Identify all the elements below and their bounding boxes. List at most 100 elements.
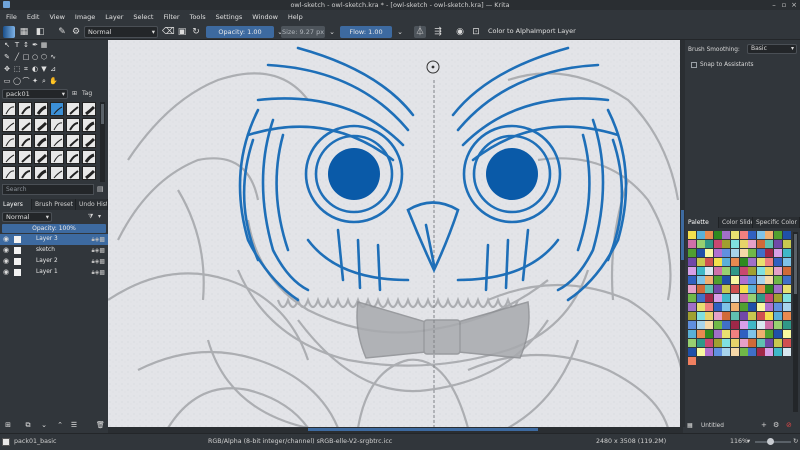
brush-preset-tile[interactable] (34, 118, 48, 132)
palette-swatch[interactable] (731, 231, 739, 239)
layer-lock-icon[interactable]: 🔒︎◈▩ (92, 234, 105, 245)
palette-swatch[interactable] (756, 258, 765, 266)
palette-swatch[interactable] (731, 267, 739, 275)
menu-window[interactable]: Window (248, 13, 284, 21)
palette-swatch[interactable] (739, 348, 748, 356)
palette-swatch[interactable] (696, 321, 705, 329)
palette-swatch[interactable] (748, 249, 757, 257)
palette-swatch[interactable] (713, 321, 722, 329)
palette-swatch[interactable] (748, 267, 757, 275)
palette-swatch[interactable] (756, 276, 765, 284)
zoom-tool-icon[interactable]: ⌕ (40, 77, 48, 85)
blend-mode-combo[interactable]: Normal ▾ (84, 26, 158, 38)
palette-swatch[interactable] (713, 330, 722, 338)
palette-swatch[interactable] (765, 339, 774, 347)
preset-scrollbar[interactable] (100, 102, 105, 182)
palette-swatch[interactable] (774, 321, 782, 329)
palette-swatch[interactable] (688, 285, 696, 293)
rotate-icon[interactable]: ↻ (793, 438, 798, 445)
palette-swatch[interactable] (765, 276, 774, 284)
palette-swatch[interactable] (765, 294, 774, 302)
palette-swatch[interactable] (765, 249, 774, 257)
palette-swatch[interactable] (748, 339, 757, 347)
brush-preset-tile[interactable] (18, 102, 32, 116)
palette-swatch[interactable] (731, 312, 739, 320)
palette-swatch[interactable] (739, 303, 748, 311)
palette-swatch[interactable] (739, 321, 748, 329)
palette-swatch[interactable] (722, 312, 731, 320)
contiguous-select-icon[interactable]: ✦ (31, 77, 39, 85)
palette-swatch[interactable] (756, 249, 765, 257)
palette-swatch[interactable] (696, 285, 705, 293)
layer-lock-icon[interactable]: 🔒︎◈▩ (92, 245, 105, 256)
palette-swatch[interactable] (774, 303, 782, 311)
brush-preset-tile[interactable] (2, 166, 16, 180)
brush-preset-tile[interactable] (34, 134, 48, 148)
flow-slider[interactable]: Flow: 1.00 (340, 26, 392, 38)
palette-swatch[interactable] (765, 312, 774, 320)
palette-swatch[interactable] (731, 240, 739, 248)
palette-swatch[interactable] (722, 276, 731, 284)
palette-swatch[interactable] (705, 330, 714, 338)
visibility-eye-icon[interactable]: ◉ (3, 234, 9, 245)
palette-swatch[interactable] (731, 294, 739, 302)
move-down-icon[interactable]: ⌄ (40, 421, 48, 429)
maximize-icon[interactable]: ▫ (780, 1, 788, 9)
palette-swatch[interactable] (782, 231, 791, 239)
palette-swatch[interactable] (774, 339, 782, 347)
palette-swatch[interactable] (748, 294, 757, 302)
palette-swatch[interactable] (748, 330, 757, 338)
palette-swatch[interactable] (696, 303, 705, 311)
palette-list-icon[interactable]: ▦ (687, 422, 693, 429)
palette-swatch[interactable] (739, 267, 748, 275)
ellipse-select-icon[interactable]: ◯ (13, 77, 21, 85)
text-tool-icon[interactable]: T (13, 41, 21, 49)
palette-swatch[interactable] (688, 294, 696, 302)
brush-preset-tile[interactable] (18, 150, 32, 164)
palette-swatch[interactable] (748, 348, 757, 356)
palette-swatch[interactable] (748, 303, 757, 311)
layer-row[interactable]: ◉ Layer 1 🔒︎◈▩ (0, 267, 108, 278)
palette-swatch[interactable] (756, 294, 765, 302)
palette-swatch[interactable] (765, 231, 774, 239)
brush-preset-tile[interactable] (18, 134, 32, 148)
palette-swatch[interactable] (688, 339, 696, 347)
gradient-icon[interactable] (3, 26, 15, 38)
palette-swatch[interactable] (782, 312, 791, 320)
tab-undo-history[interactable]: Undo Hist... (76, 199, 108, 210)
palette-swatch[interactable] (705, 249, 714, 257)
palette-swatch[interactable] (705, 321, 714, 329)
palette-swatch[interactable] (731, 249, 739, 257)
palette-swatch[interactable] (748, 321, 757, 329)
palette-swatch[interactable] (782, 285, 791, 293)
brush-preset-tile[interactable] (2, 102, 16, 116)
brush-preset-tile[interactable] (50, 150, 64, 164)
palette-swatch[interactable] (722, 321, 731, 329)
palette-swatch[interactable] (705, 285, 714, 293)
palette-swatch[interactable] (688, 357, 696, 365)
palette-swatch[interactable] (756, 240, 765, 248)
palette-swatch[interactable] (782, 303, 791, 311)
palette-swatch[interactable] (688, 276, 696, 284)
size-slider[interactable]: Size: 9.27 px (281, 26, 325, 38)
palette-swatch[interactable] (756, 267, 765, 275)
visibility-eye-icon[interactable]: ◉ (3, 245, 9, 256)
move-up-icon[interactable]: ⌃ (56, 421, 64, 429)
polygon-tool-icon[interactable]: ⬡ (40, 53, 48, 61)
brush-smoothing-combo[interactable]: Basic ▾ (747, 44, 797, 54)
palette-swatch[interactable] (713, 267, 722, 275)
palette-swatch[interactable] (713, 276, 722, 284)
palette-swatch[interactable] (765, 285, 774, 293)
palette-swatch[interactable] (705, 348, 714, 356)
palette-swatch[interactable] (722, 303, 731, 311)
palette-swatch[interactable] (774, 330, 782, 338)
palette-swatch[interactable] (782, 339, 791, 347)
palette-scrollbar[interactable] (793, 232, 798, 412)
pan-tool-icon[interactable]: ✋ (49, 77, 58, 85)
palette-swatch[interactable] (688, 240, 696, 248)
lasso-select-icon[interactable]: ⌒ (22, 77, 30, 85)
palette-swatch[interactable] (722, 339, 731, 347)
palette-swatch[interactable] (782, 348, 791, 356)
palette-swatch[interactable] (696, 249, 705, 257)
palette-swatch[interactable] (705, 312, 714, 320)
